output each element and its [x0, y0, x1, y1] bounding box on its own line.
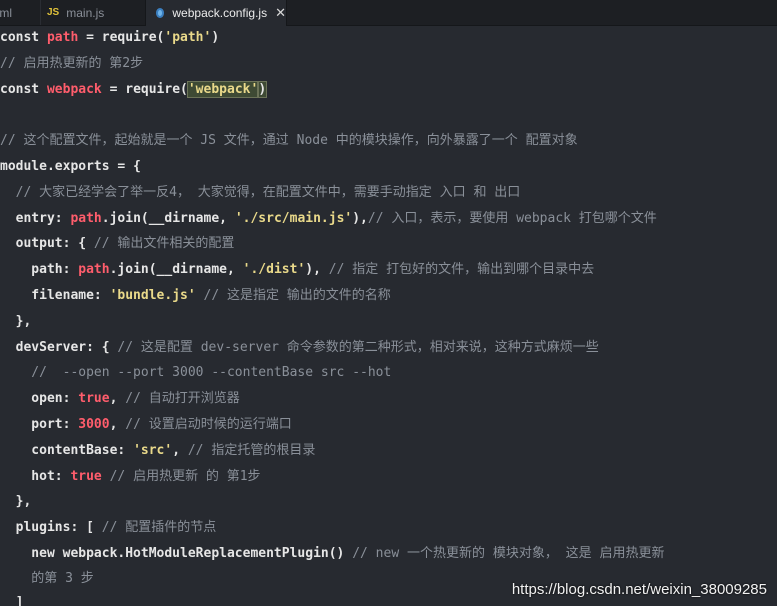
- comment: // 指定 打包好的文件，输出到哪个目录中去: [328, 262, 595, 277]
- code-text: entry:: [0, 211, 71, 226]
- variable: path: [70, 211, 102, 226]
- code-text: ]: [0, 595, 24, 606]
- close-icon[interactable]: ✕: [275, 5, 286, 21]
- code-text: open:: [0, 391, 79, 406]
- comment: // 这个配置文件，起始就是一个 JS 文件，通过 Node 中的模块操作，向外…: [0, 133, 578, 148]
- comment: // 启用热更新 的 第1步: [109, 469, 261, 484]
- code-text: ,: [109, 391, 126, 406]
- js-file-icon: JS: [47, 7, 60, 18]
- code-line: open: true, // 自动打开浏览器: [0, 387, 240, 411]
- code-line: path: path.join(__dirname, './dist'), //…: [0, 258, 594, 282]
- code-line: entry: path.join(__dirname, './src/main.…: [0, 207, 657, 231]
- code-line: // 启用热更新的 第2步: [0, 52, 143, 76]
- string: 'webpack': [186, 81, 260, 98]
- variable: path: [78, 262, 110, 277]
- comment: // 设置启动时候的运行端口: [125, 417, 292, 432]
- watermark-url: https://blog.csdn.net/weixin_38009285: [511, 581, 767, 598]
- code-text: module.exports = {: [0, 159, 141, 174]
- code-line: const path = require('path'): [0, 26, 219, 50]
- comment: // 启用热更新的 第2步: [0, 56, 144, 71]
- comment: // 大家已经学会了举一反4， 大家觉得，在配置文件中，需要手动指定 入口 和 …: [0, 185, 521, 200]
- comment: // --open --port 3000 --contentBase src …: [0, 365, 392, 380]
- code-line: module.exports = {: [0, 155, 141, 179]
- code-text: ): [211, 30, 220, 45]
- code-text: ,: [109, 417, 126, 432]
- string: './src/main.js': [234, 211, 353, 226]
- code-line: const webpack = require('webpack'): [0, 78, 268, 102]
- code-text: },: [0, 494, 32, 509]
- code-text: output: {: [0, 236, 94, 251]
- keyword: const: [0, 82, 40, 97]
- code-line: filename: 'bundle.js' // 这是指定 输出的文件的名称: [0, 284, 391, 308]
- code-line: // 这个配置文件，起始就是一个 JS 文件，通过 Node 中的模块操作，向外…: [0, 129, 578, 153]
- code-text: = require(: [78, 30, 165, 45]
- variable: path: [46, 30, 79, 45]
- code-text: plugins: [: [0, 520, 102, 535]
- comment: // 指定托管的根目录: [187, 443, 316, 458]
- code-text: ),: [305, 262, 329, 277]
- code-line: devServer: { // 这是配置 dev-server 命令参数的第二种…: [0, 336, 599, 360]
- code-line: plugins: [ // 配置插件的节点: [0, 516, 217, 540]
- code-line: },: [0, 310, 32, 334]
- code-text: path:: [0, 262, 79, 277]
- string: 'path': [164, 30, 212, 45]
- literal: true: [70, 469, 102, 484]
- code-line: },: [0, 490, 32, 514]
- code-text: .join(__dirname,: [101, 211, 235, 226]
- comment: // 这是配置 dev-server 命令参数的第二种形式，相对来说，这种方式麻…: [117, 340, 599, 355]
- tab-html-label: tml: [0, 5, 12, 20]
- literal: 3000: [78, 417, 110, 432]
- code-line: port: 3000, // 设置启动时候的运行端口: [0, 413, 292, 437]
- code-line: ]: [0, 591, 24, 606]
- code-line: output: { // 输出文件相关的配置: [0, 232, 235, 256]
- comment: // new 一个热更新的 模块对象， 这是 启用热更新: [352, 546, 665, 561]
- code-line: hot: true // 启用热更新 的 第1步: [0, 465, 261, 489]
- code-text: .join(__dirname,: [109, 262, 243, 277]
- code-text: = require(: [101, 82, 188, 97]
- code-text: filename:: [0, 288, 110, 303]
- code-text: ),: [352, 211, 368, 226]
- comment: // 自动打开浏览器: [125, 391, 240, 406]
- code-line: contentBase: 'src', // 指定托管的根目录: [0, 439, 315, 463]
- tab-main-js-label: main.js: [66, 5, 105, 20]
- code-line: new webpack.HotModuleReplacementPlugin()…: [0, 542, 664, 566]
- code-editor[interactable]: const path = require('path') // 启用热更新的 第…: [0, 25, 777, 606]
- code-text: devServer: {: [0, 340, 118, 355]
- string: 'bundle.js': [109, 288, 196, 303]
- code-text: },: [0, 314, 32, 329]
- code-line: // 大家已经学会了举一反4， 大家觉得，在配置文件中，需要手动指定 入口 和 …: [0, 181, 521, 205]
- keyword: const: [0, 30, 40, 45]
- comment: // 入口，表示，要使用 webpack 打包哪个文件: [367, 211, 657, 226]
- string: 'src': [133, 443, 173, 458]
- code-text: new webpack.HotModuleReplacementPlugin(): [0, 546, 353, 561]
- code-text: ): [257, 81, 268, 98]
- code-text: ,: [172, 443, 188, 458]
- string: './dist': [242, 262, 306, 277]
- comment: // 这是指定 输出的文件的名称: [203, 288, 391, 303]
- tab-webpack-config-label: webpack.config.js: [172, 6, 268, 20]
- tab-html[interactable]: tml: [0, 0, 40, 25]
- webpack-file-icon: [156, 8, 165, 18]
- variable: webpack: [46, 82, 102, 97]
- code-text: port:: [0, 417, 79, 432]
- tab-bar: tml JS main.js webpack.config.js ✕: [0, 0, 777, 26]
- code-text: contentBase:: [0, 443, 134, 458]
- literal: true: [78, 391, 110, 406]
- code-line: 的第 3 步: [0, 567, 94, 591]
- tab-webpack-config[interactable]: webpack.config.js ✕: [145, 0, 287, 26]
- comment: // 配置插件的节点: [101, 520, 217, 535]
- comment: // 输出文件相关的配置: [93, 236, 235, 251]
- code-text: hot:: [0, 469, 71, 484]
- code-line: // --open --port 3000 --contentBase src …: [0, 361, 391, 385]
- comment: 的第 3 步: [0, 571, 94, 586]
- tab-main-js[interactable]: JS main.js: [40, 0, 144, 25]
